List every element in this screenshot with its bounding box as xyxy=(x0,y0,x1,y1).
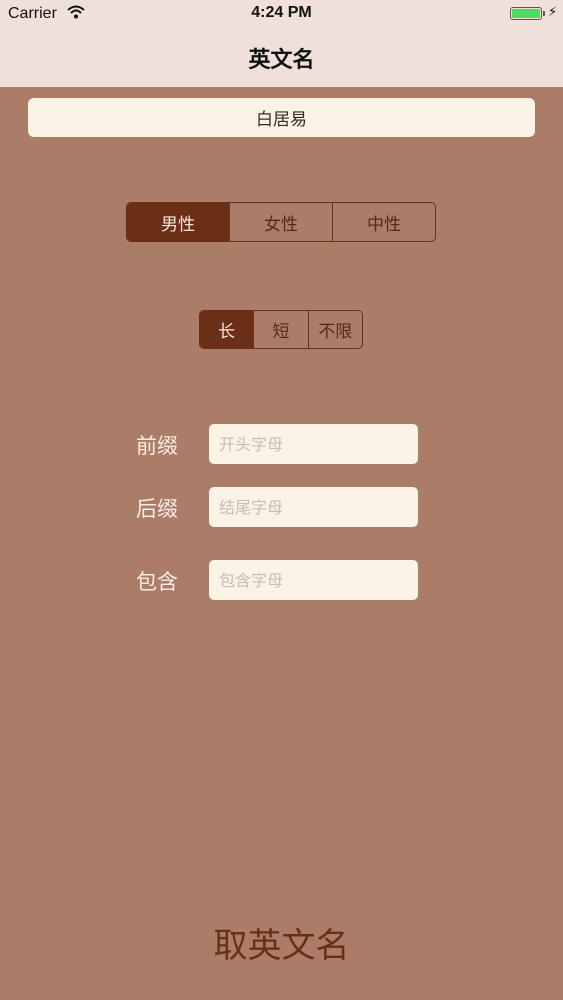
suffix-input[interactable] xyxy=(209,487,418,527)
contains-input[interactable] xyxy=(209,560,418,600)
generate-name-button[interactable]: 取英文名 xyxy=(0,918,563,967)
contains-label: 包含 xyxy=(136,570,178,594)
generated-name-display: 白居易 xyxy=(28,98,535,137)
page-title: 英文名 xyxy=(248,48,315,73)
gender-segment-male[interactable]: 男性 xyxy=(127,203,230,241)
length-segment-long[interactable]: 长 xyxy=(200,311,255,348)
length-segment-any[interactable]: 不限 xyxy=(309,311,362,348)
prefix-label: 前缀 xyxy=(136,434,178,458)
battery-tip xyxy=(543,11,545,16)
navigation-header: Carrier 4:24 PM ⚡ 英文名 xyxy=(0,0,563,87)
gender-segment-neutral[interactable]: 中性 xyxy=(333,203,435,241)
battery-icon xyxy=(510,7,542,20)
length-segment-short[interactable]: 短 xyxy=(254,311,309,348)
gender-segmented-control: 男性 女性 中性 xyxy=(126,202,436,242)
gender-segment-female[interactable]: 女性 xyxy=(230,203,333,241)
status-time: 4:24 PM xyxy=(251,4,312,21)
prefix-input[interactable] xyxy=(209,424,418,464)
battery-level xyxy=(512,9,540,18)
charging-bolt-icon: ⚡ xyxy=(548,5,558,20)
suffix-label: 后缀 xyxy=(136,497,178,521)
status-bar: Carrier 4:24 PM ⚡ xyxy=(0,0,563,28)
length-segmented-control: 长 短 不限 xyxy=(199,310,363,349)
